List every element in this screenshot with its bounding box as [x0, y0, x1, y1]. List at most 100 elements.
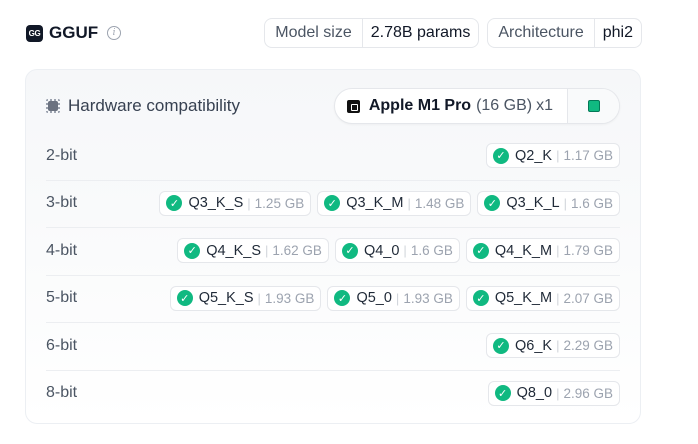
quant-size: 1.79 GB [563, 243, 613, 259]
quant-row-5-bit: 5-bit ✓ Q5_K_S | 1.93 GB ✓ Q5_0 | 1.93 GB ✓ Q5_K_M… [26, 274, 640, 323]
model-size-value: 2.78B params [370, 24, 471, 41]
device-selector[interactable]: Apple M1 Pro (16 GB) x1 [333, 88, 620, 124]
quant-badge-q2_k[interactable]: ✓ Q2_K | 1.17 GB [485, 143, 620, 169]
quant-size: 1.25 GB [254, 195, 305, 211]
quantization-rows: 2-bit ✓ Q2_K | 1.17 GB 3-bit ✓ Q3_K_S | 1.25 GB ✓ Q… [26, 132, 640, 417]
separator: | [556, 385, 560, 401]
separator: | [265, 243, 269, 259]
apple-chip-icon [346, 99, 360, 113]
quant-row-6-bit: 6-bit ✓ Q6_K | 2.29 GB [26, 322, 640, 370]
bit-label: 2-bit [46, 146, 78, 164]
quant-badge-q3_k_m[interactable]: ✓ Q3_K_M | 1.48 GB [317, 190, 472, 216]
quant-name: Q3_K_S [188, 195, 244, 212]
quant-size: 1.6 GB [410, 243, 453, 259]
separator: | [407, 195, 411, 211]
bit-label: 5-bit [46, 289, 78, 307]
hardware-header: Hardware compatibility Apple M1 Pro (16 … [46, 88, 620, 124]
quant-name: Q2_K [514, 147, 553, 164]
quant-size: 2.29 GB [563, 338, 613, 354]
quant-row-4-bit: 4-bit ✓ Q4_K_S | 1.62 GB ✓ Q4_0 | 1.6 GB ✓ Q4_K_M |… [26, 227, 640, 275]
quant-size: 2.96 GB [563, 385, 613, 401]
quant-size: 1.62 GB [272, 243, 322, 259]
quant-badges: ✓ Q6_K | 2.29 GB [485, 333, 620, 359]
quant-name: Q3_K_M [346, 195, 404, 212]
model-size-label: Model size [265, 19, 363, 47]
verified-check-icon: ✓ [472, 290, 489, 307]
quant-row-3-bit: 3-bit ✓ Q3_K_S | 1.25 GB ✓ Q3_K_M | 1.48 GB ✓ Q3_K… [26, 179, 640, 228]
gguf-logo-icon: GG [26, 24, 43, 42]
quant-row-8-bit: 8-bit ✓ Q8_0 | 2.96 GB [26, 369, 640, 418]
verified-check-icon: ✓ [492, 147, 509, 164]
quant-name: Q4_K_M [494, 242, 553, 259]
quant-badges: ✓ Q8_0 | 2.96 GB [487, 380, 620, 406]
verified-check-icon: ✓ [341, 242, 358, 259]
architecture-pill: Architecture phi2 [487, 18, 642, 48]
separator: | [257, 290, 261, 306]
verified-check-icon: ✓ [484, 195, 501, 212]
quant-badges: ✓ Q3_K_S | 1.25 GB ✓ Q3_K_M | 1.48 GB ✓ Q3_K_L | 1.… [159, 190, 620, 216]
quant-size: 1.93 GB [264, 290, 315, 306]
bit-label: 4-bit [46, 241, 78, 259]
info-icon[interactable]: i [107, 26, 122, 40]
gguf-title: GGUF [49, 23, 99, 42]
gguf-panel: GG GGUF i Model size 2.78B params Archit… [0, 0, 698, 444]
verified-check-icon: ✓ [472, 242, 489, 259]
quant-badges: ✓ Q4_K_S | 1.62 GB ✓ Q4_0 | 1.6 GB ✓ Q4_K_M | 1.79 … [177, 238, 620, 264]
quant-badge-q8_0[interactable]: ✓ Q8_0 | 2.96 GB [487, 380, 620, 406]
bit-label: 3-bit [46, 194, 78, 212]
hardware-compatibility-card: Hardware compatibility Apple M1 Pro (16 … [25, 69, 641, 424]
green-chip-icon [587, 100, 600, 112]
quant-name: Q5_K_M [494, 290, 553, 307]
quant-name: Q8_0 [516, 385, 553, 402]
verified-check-icon: ✓ [492, 337, 509, 354]
device-count: x1 [536, 97, 553, 114]
quant-badge-q5_k_s[interactable]: ✓ Q5_K_S | 1.93 GB [169, 285, 322, 311]
hardware-title: Hardware compatibility [68, 96, 240, 115]
quant-badge-q4_k_m[interactable]: ✓ Q4_K_M | 1.79 GB [465, 238, 620, 264]
quant-size: 1.6 GB [570, 195, 613, 211]
quant-badge-q4_k_s[interactable]: ✓ Q4_K_S | 1.62 GB [177, 238, 329, 264]
quant-name: Q5_K_S [198, 290, 254, 307]
separator: | [556, 290, 560, 306]
bit-label: 8-bit [46, 384, 78, 402]
separator: | [395, 290, 400, 306]
verified-check-icon: ✓ [184, 242, 201, 259]
separator: | [556, 243, 560, 259]
quant-size: 2.07 GB [563, 290, 613, 306]
quant-badge-q3_k_s[interactable]: ✓ Q3_K_S | 1.25 GB [159, 190, 312, 216]
quant-name: Q5_0 [356, 290, 392, 307]
verified-check-icon: ✓ [176, 290, 193, 307]
quant-size: 1.17 GB [563, 148, 613, 164]
quant-size: 1.48 GB [414, 195, 465, 211]
verified-check-icon: ✓ [494, 385, 511, 402]
separator: | [247, 195, 251, 211]
gguf-header: GG GGUF i Model size 2.78B params Archit… [26, 18, 642, 48]
separator: | [403, 243, 407, 259]
separator: | [563, 195, 567, 211]
quant-name: Q4_K_S [206, 242, 262, 259]
quant-badge-q5_k_m[interactable]: ✓ Q5_K_M | 2.07 GB [465, 285, 620, 311]
verified-check-icon: ✓ [334, 290, 351, 307]
model-size-pill: Model size 2.78B params [264, 18, 480, 48]
chip-icon [46, 99, 60, 113]
device-name: Apple M1 Pro [368, 97, 472, 114]
quant-name: Q4_0 [363, 242, 400, 259]
architecture-label: Architecture [488, 19, 595, 47]
verified-check-icon: ✓ [166, 195, 183, 212]
hardware-settings-button[interactable] [567, 89, 619, 123]
quant-row-2-bit: 2-bit ✓ Q2_K | 1.17 GB [26, 132, 640, 180]
quant-name: Q6_K [514, 337, 553, 354]
quant-badges: ✓ Q5_K_S | 1.93 GB ✓ Q5_0 | 1.93 GB ✓ Q5_K_M | 2.07… [169, 285, 620, 311]
device-memory: (16 GB) [476, 97, 533, 114]
separator: | [556, 338, 560, 354]
quant-size: 1.93 GB [403, 290, 453, 306]
quant-badge-q3_k_l[interactable]: ✓ Q3_K_L | 1.6 GB [477, 190, 620, 216]
verified-check-icon: ✓ [324, 195, 341, 212]
quant-badges: ✓ Q2_K | 1.17 GB [485, 143, 620, 169]
quant-name: Q3_K_L [506, 195, 560, 212]
quant-badge-q4_0[interactable]: ✓ Q4_0 | 1.6 GB [334, 238, 460, 264]
quant-badge-q5_0[interactable]: ✓ Q5_0 | 1.93 GB [327, 285, 460, 311]
separator: | [556, 148, 560, 164]
bit-label: 6-bit [46, 336, 78, 354]
quant-badge-q6_k[interactable]: ✓ Q6_K | 2.29 GB [485, 333, 620, 359]
